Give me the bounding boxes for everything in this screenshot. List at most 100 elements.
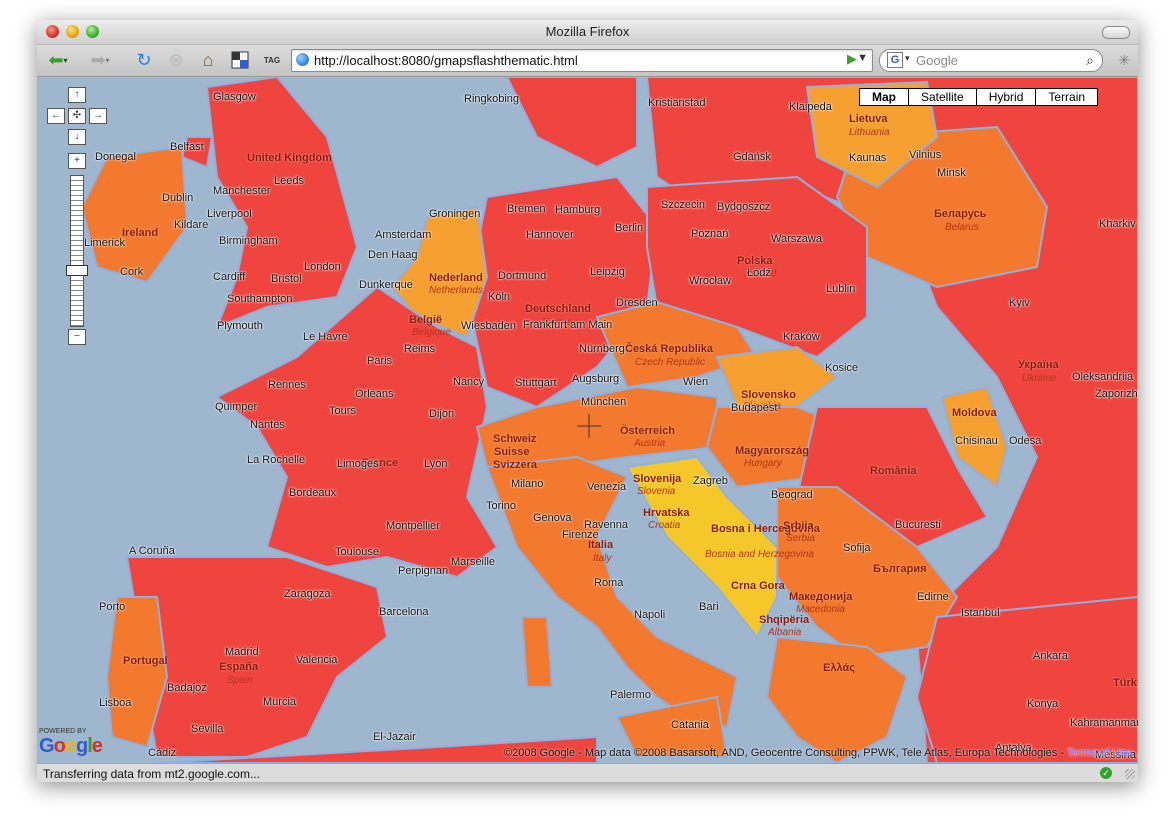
country-label: Беларусь [934, 208, 987, 220]
map-type-terrain-button[interactable]: Terrain [1035, 88, 1099, 106]
country-native-label: Belgique [412, 327, 451, 338]
country-label: Moldova [952, 407, 997, 419]
city-label: Rennes [268, 379, 306, 391]
city-label: Łódź [747, 267, 771, 279]
city-label: Le Havre [303, 331, 348, 343]
city-label: Wiesbaden [461, 320, 517, 332]
home-icon[interactable]: ⌂ [197, 49, 219, 71]
city-label: London [304, 261, 341, 273]
search-placeholder[interactable]: Google [916, 53, 958, 68]
city-label: Bari [699, 601, 719, 613]
search-engine-icon[interactable]: G [887, 52, 903, 68]
city-label: Zagreb [693, 475, 728, 487]
city-label: Klaipeda [789, 101, 832, 113]
city-label: Toulouse [335, 546, 380, 558]
city-label: Cádiz [148, 747, 177, 759]
city-label: Cardiff [213, 271, 246, 283]
city-label: Nancy [453, 376, 485, 388]
city-label: Roma [594, 577, 624, 589]
country-native-label: Albania [768, 627, 802, 638]
check-icon[interactable]: ✓ [1100, 767, 1112, 779]
map-canvas[interactable]: United Kingdom Ireland Nederland Netherl… [37, 77, 1138, 763]
country-label: Slovenija [633, 473, 682, 485]
back-arrow-icon[interactable]: ⬅ ▾ [43, 49, 73, 71]
city-label: München [581, 396, 627, 408]
country-label: Shqipëria [759, 614, 810, 626]
pan-down-button[interactable]: ↓ [68, 129, 86, 145]
city-label: Kyiv [1009, 297, 1030, 309]
city-label: Plymouth [217, 320, 263, 332]
city-label: El-Jazair [373, 731, 416, 743]
search-icon[interactable]: ⌕ [1086, 52, 1094, 69]
city-label: Gdańsk [733, 151, 771, 163]
country-native-label: Italy [593, 553, 612, 564]
bookmark-icon[interactable] [229, 49, 251, 71]
city-label: Liverpool [207, 208, 252, 220]
forward-arrow-icon[interactable]: ➡ ▾ [85, 49, 115, 71]
country-label: Česká Republika [625, 343, 714, 355]
pan-left-button[interactable]: ← [47, 108, 65, 124]
city-label: Firenze [562, 529, 599, 541]
country-native-label: Spain [227, 675, 253, 686]
city-label: Wien [683, 376, 709, 388]
map-type-map-button[interactable]: Map [859, 88, 909, 106]
country-native-label: Austria [634, 438, 666, 449]
resize-grip-icon[interactable] [1125, 769, 1135, 779]
zoom-in-button[interactable]: + [68, 153, 86, 169]
country-label: România [870, 465, 917, 477]
pan-center-button[interactable]: ✣ [68, 108, 86, 124]
reload-icon[interactable]: ↻ [133, 49, 155, 71]
city-label: Augsburg [572, 373, 620, 385]
city-label: Manchester [213, 185, 271, 197]
zoom-out-button[interactable]: − [68, 329, 86, 345]
city-label: Stuttgart [515, 377, 557, 389]
city-label: Berlin [615, 222, 644, 234]
city-label: Zaporizhia [1095, 388, 1138, 400]
pan-up-button[interactable]: ↑ [68, 87, 86, 103]
city-label: Porto [99, 601, 126, 613]
city-label: Kraków [783, 331, 820, 343]
url-text[interactable]: http://localhost:8080/gmapsflashthematic… [314, 53, 578, 68]
city-label: Dresden [616, 297, 658, 309]
city-label: Kahramanmaras [1070, 717, 1138, 729]
country-label: Svizzera [493, 459, 538, 471]
terms-of-use-link[interactable]: Terms of Use [1067, 747, 1132, 759]
tag-icon[interactable]: TAG [261, 49, 283, 71]
city-label: Oleksandriia [1072, 371, 1134, 383]
stop-icon[interactable]: ⊗ [165, 49, 187, 71]
city-label: Budapest [731, 402, 778, 414]
google-logo[interactable]: Google [39, 735, 103, 758]
search-bar[interactable]: G ▾ Google ⌕ [879, 49, 1103, 72]
city-label: Quimper [215, 401, 258, 413]
search-engine-dropdown-icon[interactable]: ▾ [905, 53, 910, 64]
copyright-text: ©2008 Google - Map data ©2008 Basarsoft,… [504, 747, 1065, 759]
url-dropdown-icon[interactable]: ▼ [857, 52, 868, 64]
city-label: Bristol [271, 273, 302, 285]
city-label: Kaunas [849, 152, 887, 164]
city-label: Chisinau [955, 435, 998, 447]
pan-right-button[interactable]: → [89, 108, 107, 124]
city-label: Limerick [84, 237, 125, 249]
city-label: Zaragoza [284, 588, 331, 600]
country-label: Nederland [429, 272, 483, 284]
country-label: Slovensko [741, 389, 797, 401]
city-label: Glasgow [213, 91, 256, 103]
country-label: Magyarország [735, 445, 809, 457]
map-type-satellite-button[interactable]: Satellite [908, 88, 977, 106]
map-copyright: ©2008 Google - Map data ©2008 Basarsoft,… [504, 747, 1132, 759]
city-label: Catania [671, 719, 709, 731]
country-native-label: Lithuania [849, 127, 890, 138]
city-label: Belfast [170, 141, 204, 153]
map-type-hybrid-button[interactable]: Hybrid [975, 88, 1037, 106]
city-label: Leeds [274, 175, 304, 187]
zoom-slider-thumb[interactable] [66, 265, 88, 276]
city-label: Madrid [225, 646, 259, 658]
zoom-slider-track[interactable] [70, 175, 84, 327]
city-label: La Rochelle [247, 454, 306, 466]
go-button[interactable]: ▶ [847, 51, 857, 67]
city-label: Napoli [634, 609, 666, 621]
city-label: Leipzig [590, 266, 625, 278]
toolbar-toggle-button[interactable] [1102, 26, 1130, 39]
url-bar[interactable]: http://localhost:8080/gmapsflashthematic… [291, 49, 873, 72]
crosshair-icon [577, 414, 601, 438]
